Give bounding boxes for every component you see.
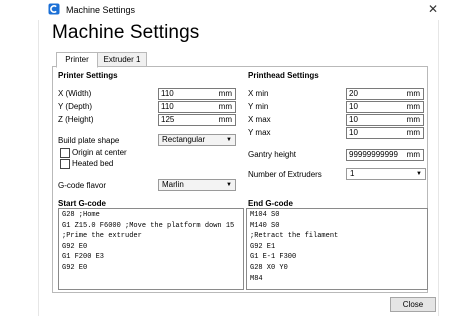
page-title: Machine Settings <box>52 22 200 43</box>
chevron-down-icon: ▼ <box>226 182 232 188</box>
x-width-input[interactable]: 110 mm <box>158 88 236 100</box>
gantry-height-input[interactable]: 99999999999 mm <box>346 149 424 161</box>
number-of-extruders-value: 1 <box>350 169 355 178</box>
build-plate-shape-label: Build plate shape <box>58 136 120 145</box>
y-min-unit: mm <box>406 102 420 111</box>
gcode-flavor-label: G-code flavor <box>58 181 107 190</box>
number-of-extruders-select[interactable]: 1 ▼ <box>346 168 426 180</box>
number-of-extruders-label: Number of Extruders <box>248 170 322 179</box>
y-max-label: Y max <box>248 128 271 137</box>
build-plate-shape-value: Rectangular <box>162 135 206 144</box>
heated-bed-checkbox[interactable] <box>60 159 70 169</box>
x-max-value: 10 <box>349 115 358 124</box>
z-height-label: Z (Height) <box>58 115 94 124</box>
gantry-height-unit: mm <box>406 150 420 159</box>
x-min-label: X min <box>248 89 269 98</box>
y-min-input[interactable]: 10 mm <box>346 101 424 113</box>
printhead-settings-title: Printhead Settings <box>248 71 319 80</box>
y-depth-label: Y (Depth) <box>58 102 93 111</box>
z-height-unit: mm <box>218 115 232 124</box>
x-min-value: 20 <box>349 89 358 98</box>
x-width-value: 110 <box>161 89 174 98</box>
window-right-edge <box>438 20 439 316</box>
x-width-unit: mm <box>218 89 232 98</box>
y-max-unit: mm <box>406 128 420 137</box>
x-max-label: X max <box>248 115 271 124</box>
y-depth-unit: mm <box>218 102 232 111</box>
x-max-unit: mm <box>406 115 420 124</box>
origin-at-center-checkbox[interactable] <box>60 148 70 158</box>
z-height-value: 125 <box>161 115 175 124</box>
end-gcode-editor[interactable]: M104 S0 M140 S0 ;Retract the filament G9… <box>246 208 428 290</box>
x-max-input[interactable]: 10 mm <box>346 114 424 126</box>
y-depth-value: 110 <box>161 102 174 111</box>
window-left-edge <box>38 20 39 316</box>
y-min-label: Y min <box>248 102 269 111</box>
start-gcode-editor[interactable]: G28 ;Home G1 Z15.0 F6000 ;Move the platf… <box>58 208 244 290</box>
x-min-unit: mm <box>406 89 420 98</box>
start-gcode-title: Start G-code <box>58 199 107 208</box>
close-button[interactable]: Close <box>390 297 436 312</box>
window-title: Machine Settings <box>66 5 136 15</box>
y-max-value: 10 <box>349 128 358 137</box>
cura-logo-icon <box>48 3 60 15</box>
chevron-down-icon: ▼ <box>416 171 422 177</box>
gcode-flavor-value: Marlin <box>162 180 184 189</box>
gcode-flavor-select[interactable]: Marlin ▼ <box>158 179 236 191</box>
end-gcode-title: End G-code <box>248 199 293 208</box>
build-plate-shape-select[interactable]: Rectangular ▼ <box>158 134 236 146</box>
z-height-input[interactable]: 125 mm <box>158 114 236 126</box>
close-window-icon[interactable]: ✕ <box>426 1 440 17</box>
printer-settings-title: Printer Settings <box>58 71 118 80</box>
gantry-height-label: Gantry height <box>248 150 297 159</box>
y-max-input[interactable]: 10 mm <box>346 127 424 139</box>
origin-at-center-label: Origin at center <box>72 148 127 157</box>
y-min-value: 10 <box>349 102 358 111</box>
heated-bed-label: Heated bed <box>72 159 114 168</box>
tab-printer[interactable]: Printer <box>56 52 98 68</box>
x-width-label: X (Width) <box>58 89 92 98</box>
chevron-down-icon: ▼ <box>226 137 232 143</box>
x-min-input[interactable]: 20 mm <box>346 88 424 100</box>
y-depth-input[interactable]: 110 mm <box>158 101 236 113</box>
gantry-height-value: 99999999999 <box>349 150 398 159</box>
